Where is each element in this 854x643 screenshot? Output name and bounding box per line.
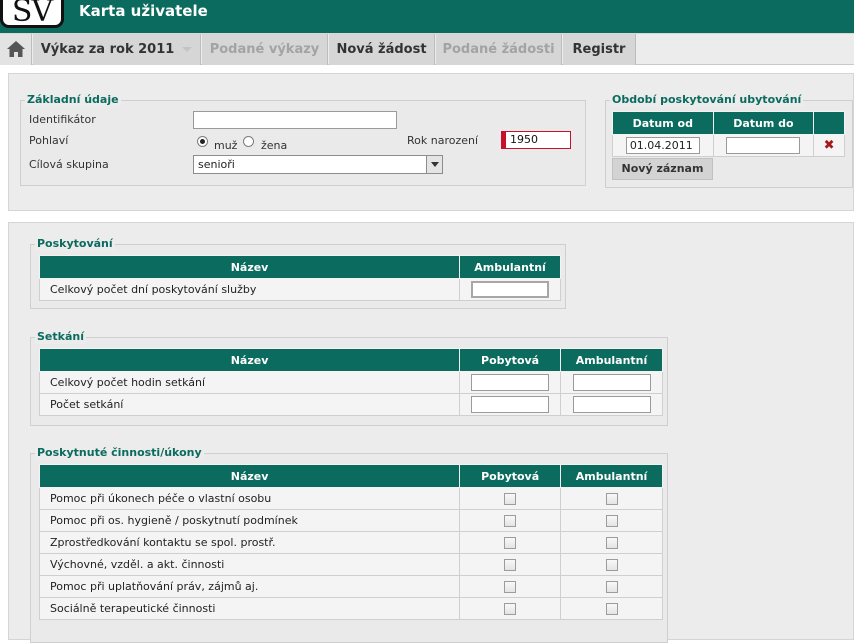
ambulant-input[interactable] [572,374,651,391]
row-label: Celkový počet dní poskytování služby [38,278,461,301]
ambulant-checkbox[interactable] [605,515,618,527]
table-row: Pomoc při os. hygieně / poskytnutí podmí… [38,509,663,532]
menu-item-new-request[interactable]: Nová žádost [329,34,435,65]
col-ambulant: Ambulantní [560,464,663,488]
date-from-input[interactable]: 01.04.2011 [625,137,700,154]
row-label: Počet setkání [38,393,461,416]
provision-fieldset: Poskytování Název Ambulantní Celkový poč… [30,237,566,309]
ambulant-input[interactable] [471,281,550,298]
menu-item-submitted-reports[interactable]: Podané výkazy [202,34,328,65]
delete-icon[interactable]: ✖ [824,138,835,153]
row-label: Zprostředkování kontaktu se spol. prostř… [38,531,461,554]
row-label: Výchovné, vzděl. a akt. činnosti [38,553,461,576]
gender-label: Pohlaví [29,134,69,147]
home-icon [6,41,25,57]
home-button[interactable] [0,34,32,65]
table-row: Výchovné, vzděl. a akt. činnosti [38,553,663,576]
row-label: Celkový počet hodin setkání [38,371,461,394]
ambulant-checkbox[interactable] [605,493,618,505]
residential-input[interactable] [471,396,550,413]
menu-item-report-2011[interactable]: Výkaz za rok 2011 [33,34,201,65]
row-label: Pomoc při os. hygieně / poskytnutí podmí… [38,509,461,532]
row-label: Pomoc při uplatňování práv, zájmů aj. [38,575,461,598]
table-row: Celkový počet dní poskytování služby [38,278,561,301]
row-label: Sociálně terapeutické činnosti [38,597,461,620]
residential-checkbox[interactable] [504,515,517,527]
services-panel: Poskytování Název Ambulantní Celkový poč… [8,222,854,643]
menu-item-submitted-requests[interactable]: Podané žádosti [436,34,562,65]
col-name: Název [38,464,461,488]
gender-female-radio[interactable] [243,136,254,147]
residential-checkbox[interactable] [504,559,517,571]
menu-item-registry[interactable]: Registr [563,34,636,65]
period-table: Datum od Datum do 01.04.2011 ✖ [612,111,845,157]
basic-info-fieldset: Základní údaje Identifikátor Pohlaví muž… [20,93,586,186]
table-row: Zprostředkování kontaktu se spol. prostř… [38,531,663,554]
birth-year-input[interactable]: 1950 [501,131,571,149]
ambulant-checkbox[interactable] [605,603,618,615]
col-name: Název [38,255,461,279]
ambulant-input[interactable] [572,396,651,413]
new-record-button[interactable]: Nový záznam [612,158,713,180]
table-row: Pomoc při uplatňování práv, zájmů aj. [38,575,663,598]
date-to-input[interactable] [726,137,801,154]
period-fieldset: Období poskytování ubytování Datum od Da… [605,93,853,188]
table-row: Pomoc při úkonech péče o vlastní osobu [38,487,663,510]
row-label: Pomoc při úkonech péče o vlastní osobu [38,487,461,510]
col-date-to: Datum do [712,111,815,135]
basic-info-legend: Základní údaje [25,93,121,107]
meetings-table: Název Pobytová Ambulantní Celkový počet … [38,348,663,416]
top-bar: SV Karta uživatele [0,0,854,33]
target-group-select[interactable]: senioři [193,155,443,174]
ambulant-checkbox[interactable] [605,559,618,571]
gender-male-label: muž [214,139,238,152]
activities-fieldset: Poskytnuté činnosti/úkony Název Pobytová… [30,446,668,643]
chevron-down-icon [182,47,193,52]
residential-checkbox[interactable] [504,581,517,593]
residential-input[interactable] [471,374,550,391]
target-group-label: Cílová skupina [29,158,109,171]
chevron-down-icon[interactable] [426,156,442,173]
col-ambulant: Ambulantní [459,255,561,279]
birth-year-label: Rok narození [407,134,479,147]
meetings-legend: Setkání [35,330,86,344]
table-row: 01.04.2011 ✖ [612,134,845,157]
table-row: Počet setkání [38,393,663,416]
logo: SV [0,0,64,29]
table-row: Sociálně terapeutické činnosti [38,597,663,620]
ambulant-checkbox[interactable] [605,581,618,593]
ambulant-checkbox[interactable] [605,537,618,549]
identifier-input[interactable] [193,111,397,129]
meetings-fieldset: Setkání Název Pobytová Ambulantní Celkov… [30,330,668,426]
residential-checkbox[interactable] [504,603,517,615]
table-row: Celkový počet hodin setkání [38,371,663,394]
provision-table: Název Ambulantní Celkový počet dní posky… [38,255,561,301]
col-ambulant: Ambulantní [560,348,663,372]
activities-table: Název Pobytová Ambulantní Pomoc při úkon… [38,464,663,620]
col-name: Název [38,348,461,372]
main-menu: Výkaz za rok 2011 Podané výkazy Nová žád… [0,33,854,65]
period-legend: Období poskytování ubytování [610,93,804,107]
col-residential: Pobytová [459,348,562,372]
user-info-panel: Základní údaje Identifikátor Pohlaví muž… [8,73,854,211]
identifier-label: Identifikátor [29,113,96,126]
col-date-from: Datum od [612,111,714,135]
activities-legend: Poskytnuté činnosti/úkony [35,446,204,460]
col-residential: Pobytová [459,464,562,488]
gender-female-label: žena [261,139,288,152]
gender-male-radio[interactable] [197,136,208,147]
provision-legend: Poskytování [35,237,115,251]
residential-checkbox[interactable] [504,537,517,549]
app-title: Karta uživatele [79,2,208,20]
col-actions [813,111,845,135]
residential-checkbox[interactable] [504,493,517,505]
